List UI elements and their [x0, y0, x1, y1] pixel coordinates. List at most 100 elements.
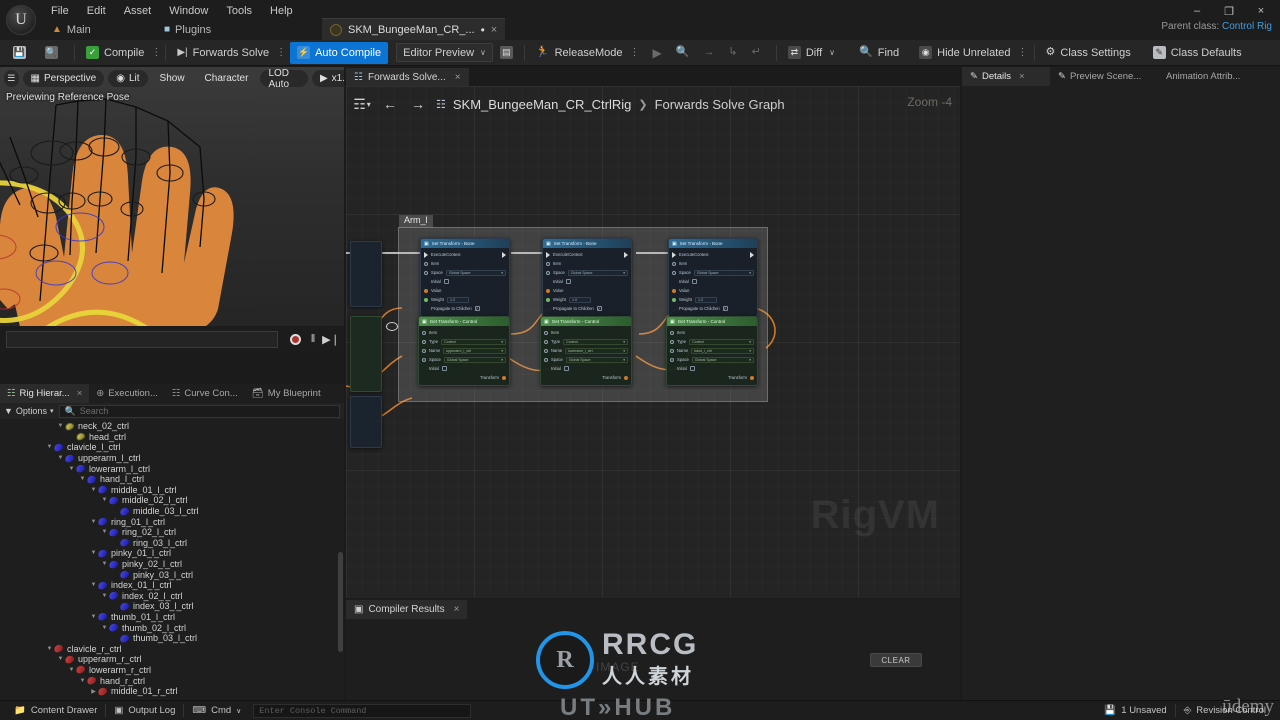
release-mode-button[interactable]: 🏃 ReleaseMode — [529, 42, 630, 64]
hierarchy-tree-row[interactable]: thumb_03_l_ctrl — [0, 632, 344, 644]
editor-preview-dropdown[interactable]: Editor Preview ∨ — [396, 43, 493, 62]
preview-viewport[interactable]: ☰ ▦ Perspective ◉ Lit Show Character LOD… — [0, 67, 344, 352]
release-mode-kebab-icon[interactable]: ⋮ — [629, 47, 639, 58]
tab-rig-hierarchy[interactable]: ☷ Rig Hierar... × — [0, 384, 90, 403]
graph-node-get-transform-control-2[interactable]: ▣ Get Transform - Control Item Type Cont… — [540, 316, 632, 386]
initial-checkbox[interactable] — [691, 279, 697, 284]
hierarchy-tree-row[interactable]: ▼ middle_02_l_ctrl — [0, 495, 344, 506]
record-button[interactable] — [286, 330, 304, 348]
type-value-dropdown[interactable]: Control ▾ — [441, 338, 506, 345]
hierarchy-tree-row[interactable]: ▼ pinky_02_l_ctrl — [0, 558, 344, 570]
graph-node-set-transform-bone-1[interactable]: ▣ Set Transform - Bone ExecuteContext It… — [420, 238, 510, 317]
weight-pin[interactable] — [546, 297, 550, 302]
hierarchy-tree-row[interactable]: pinky_03_l_ctrl — [0, 569, 344, 580]
type-value-dropdown[interactable]: Control ▾ — [689, 338, 754, 345]
exec-pin[interactable] — [546, 251, 550, 258]
exec-pin[interactable] — [424, 251, 428, 258]
hierarchy-tree-row[interactable]: ▼ ring_01_l_ctrl — [0, 516, 344, 527]
cmd-mode-dropdown[interactable]: ⌨ Cmd ∨ — [184, 703, 249, 719]
menu-asset[interactable]: Asset — [115, 2, 161, 20]
hierarchy-tree-row[interactable]: middle_03_l_ctrl — [0, 505, 344, 517]
menu-tools[interactable]: Tools — [217, 2, 261, 20]
space-pin[interactable] — [546, 270, 550, 275]
space-pin[interactable] — [422, 357, 426, 362]
viewport-perspective-button[interactable]: ▦ Perspective — [22, 70, 105, 87]
graph-node-set-transform-bone-2[interactable]: ▣ Set Transform - Bone ExecuteContext It… — [542, 238, 632, 317]
graph-bookmark-button[interactable]: ☶ ▾ — [352, 94, 372, 114]
tree-expander-icon[interactable]: ▼ — [89, 614, 98, 620]
name-pin[interactable] — [422, 348, 426, 353]
content-drawer-button[interactable]: 📁 Content Drawer — [6, 703, 105, 719]
initial-checkbox[interactable] — [565, 279, 571, 284]
hide-unrelated-kebab-icon[interactable]: ⋮ — [1018, 47, 1028, 58]
value-pin[interactable] — [672, 288, 676, 293]
graph-node-get-transform-control-1[interactable]: ▣ Get Transform - Control Item Type Cont… — [418, 316, 510, 386]
menu-window[interactable]: Window — [160, 2, 217, 20]
diff-button[interactable]: ⇄ Diff ∨ — [781, 42, 842, 64]
minimize-button[interactable]: – — [1182, 2, 1212, 20]
menu-help[interactable]: Help — [261, 2, 302, 20]
asset-tab-close-icon[interactable]: × — [491, 24, 497, 36]
menu-file[interactable]: File — [42, 2, 78, 20]
window-tab-main[interactable]: ▲ Main — [42, 19, 154, 40]
space-pin[interactable] — [544, 357, 548, 362]
hierarchy-tree-row[interactable]: ring_03_l_ctrl — [0, 537, 344, 549]
transform-output-pin[interactable] — [624, 375, 628, 380]
hierarchy-tree-row[interactable]: ▼ index_02_l_ctrl — [0, 590, 344, 602]
menu-edit[interactable]: Edit — [78, 2, 115, 20]
graph-tab-close-icon[interactable]: × — [455, 72, 461, 83]
asset-tab-skm-bungeeman[interactable]: SKM_BungeeMan_CR_... • × — [322, 18, 506, 40]
tree-expander-icon[interactable]: ▼ — [45, 646, 54, 652]
find-button[interactable]: 🔍 Find — [852, 42, 906, 64]
tree-expander-icon[interactable]: ▼ — [100, 593, 109, 599]
space-value-dropdown[interactable]: Global Space ▾ — [693, 269, 754, 276]
forwards-solve-kebab-icon[interactable]: ⋮ — [276, 47, 286, 58]
rig-hierarchy-tree[interactable]: ▼ neck_02_ctrl head_ctrl ▼ clavicle_l_ctrl ▼ u… — [0, 419, 344, 698]
viewport-show-button[interactable]: Show — [152, 70, 193, 87]
exec-out-pin[interactable] — [502, 251, 506, 258]
transform-output-pin[interactable] — [502, 375, 506, 380]
value-pin[interactable] — [424, 288, 428, 293]
graph-back-button[interactable]: ← — [380, 94, 400, 114]
graph-node-set-transform-bone-3[interactable]: ▣ Set Transform - Bone ExecuteContext It… — [668, 238, 758, 317]
exec-pin[interactable] — [672, 251, 676, 258]
tree-expander-icon[interactable]: ▼ — [100, 561, 109, 567]
compiler-tab-close-icon[interactable]: × — [454, 604, 460, 615]
item-pin[interactable] — [544, 330, 548, 335]
compile-button[interactable]: ✓ Compile — [79, 42, 151, 64]
preview-settings-button[interactable]: ▤ — [493, 42, 520, 64]
tab-curve-container[interactable]: ☷ Curve Con... — [165, 384, 245, 403]
window-tab-plugins[interactable]: ■ Plugins — [154, 19, 274, 40]
timeline-scrubber[interactable] — [6, 330, 278, 348]
viewport-playrate-button[interactable]: ▶ x1.0 — [311, 70, 344, 87]
tab-rig-hierarchy-close-icon[interactable]: × — [77, 388, 83, 399]
name-value-dropdown[interactable]: hand_l_ctrl ▾ — [691, 347, 754, 354]
output-log-button[interactable]: ▣ Output Log — [106, 703, 183, 719]
space-pin[interactable] — [670, 357, 674, 362]
hierarchy-tree-row[interactable]: ▼ clavicle_r_ctrl — [0, 643, 344, 654]
tab-execution-stack[interactable]: ⊕ Execution... — [89, 384, 165, 403]
step-out-button[interactable]: ↵ — [745, 42, 768, 64]
space-value-dropdown[interactable]: Global Space ▾ — [565, 356, 628, 363]
hierarchy-tree-row[interactable]: ▼ clavicle_l_ctrl — [0, 442, 344, 453]
tree-expander-icon[interactable]: ▼ — [78, 678, 87, 684]
graph-node-offscreen-left-top[interactable] — [350, 241, 382, 307]
debug-play-button[interactable]: ▶ — [645, 42, 668, 64]
class-settings-button[interactable]: ⚙ Class Settings — [1039, 42, 1138, 64]
tree-expander-icon[interactable]: ▼ — [89, 519, 98, 525]
viewport-menu-icon[interactable]: ☰ — [4, 70, 19, 87]
save-button[interactable]: 💾 — [6, 42, 38, 64]
unreal-logo-icon[interactable]: U — [6, 5, 36, 35]
forwards-solve-button[interactable]: ▶| Forwards Solve — [170, 42, 276, 64]
item-pin[interactable] — [422, 330, 426, 335]
weight-pin[interactable] — [672, 297, 676, 302]
propagate-checkbox[interactable]: ✓ — [474, 306, 480, 311]
tab-details[interactable]: ✎ Details × — [962, 67, 1050, 86]
hierarchy-tree-row[interactable]: ▼ upperarm_l_ctrl — [0, 452, 344, 464]
hierarchy-tree-row[interactable]: ▼ hand_r_ctrl — [0, 675, 344, 686]
close-button[interactable]: × — [1246, 2, 1276, 20]
maximize-button[interactable]: ❐ — [1214, 2, 1244, 20]
item-pin[interactable] — [424, 261, 428, 266]
hierarchy-tree-row[interactable]: ▼ lowerarm_l_ctrl — [0, 463, 344, 474]
graph-tab-forwards-solve[interactable]: ☷ Forwards Solve... × — [346, 68, 469, 87]
